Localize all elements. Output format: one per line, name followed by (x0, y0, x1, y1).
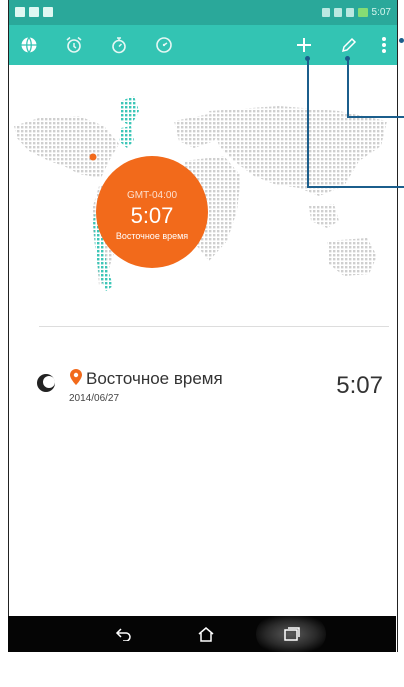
recent-apps-button[interactable] (280, 622, 304, 646)
stopwatch-icon (112, 37, 126, 54)
add-city-button[interactable] (292, 33, 316, 57)
globe-icon (21, 37, 37, 53)
night-moon-icon (37, 374, 55, 392)
callout-line-edit (347, 116, 404, 118)
world-clock-tab[interactable] (17, 33, 41, 57)
bubble-time: 5:07 (130, 203, 174, 228)
battery-icon (357, 8, 368, 17)
pencil-icon (341, 37, 357, 53)
status-system: 5:07 (321, 7, 391, 18)
alarm-tab[interactable] (62, 33, 86, 57)
world-map[interactable]: GMT-04:00 5:07 Восточное время (9, 66, 397, 326)
location-pin-icon (70, 369, 82, 385)
bluetooth-icon (321, 8, 330, 17)
alarm-icon (66, 36, 82, 53)
callout-dot-edit (345, 56, 350, 61)
timezone-date: 2014/06/27 (69, 393, 120, 404)
plus-icon (297, 38, 311, 52)
notification-icon (29, 7, 39, 17)
recent-apps-icon (284, 627, 300, 641)
overflow-menu-button[interactable] (377, 33, 391, 57)
bubble-gmt-label: GMT-04:00 (126, 190, 178, 201)
callout-line-add (307, 186, 404, 188)
timer-icon (156, 37, 172, 53)
timezone-name: Восточное время (86, 369, 223, 388)
timezone-list-item[interactable]: Восточное время 2014/06/27 5:07 (9, 360, 397, 410)
stopwatch-tab[interactable] (107, 33, 131, 57)
home-button[interactable] (194, 622, 218, 646)
bubble-zone-name: Восточное время (115, 231, 189, 241)
timezone-time: 5:07 (336, 372, 383, 399)
location-marker (89, 153, 97, 161)
app-toolbar (9, 25, 397, 65)
callout-dot-add (305, 56, 310, 61)
back-button[interactable] (112, 622, 136, 646)
more-vert-icon (382, 37, 386, 53)
section-divider (39, 326, 389, 327)
callout-line-add (307, 58, 309, 186)
callout-dot-menu (399, 38, 404, 43)
notification-icon (15, 7, 25, 17)
sync-icon (333, 8, 342, 17)
notification-icon (43, 7, 53, 17)
timer-tab[interactable] (152, 33, 176, 57)
system-nav-bar (8, 616, 396, 652)
status-time: 5:07 (371, 7, 391, 18)
status-notifications (15, 7, 53, 17)
edit-button[interactable] (337, 33, 361, 57)
home-icon (198, 627, 214, 642)
callout-line-edit (347, 58, 349, 116)
back-icon (115, 628, 131, 641)
wifi-icon (345, 8, 354, 17)
device-screen: 5:07 GMT-04:00 5:07 Восточное время Вост… (8, 0, 398, 652)
status-bar: 5:07 (9, 0, 397, 25)
